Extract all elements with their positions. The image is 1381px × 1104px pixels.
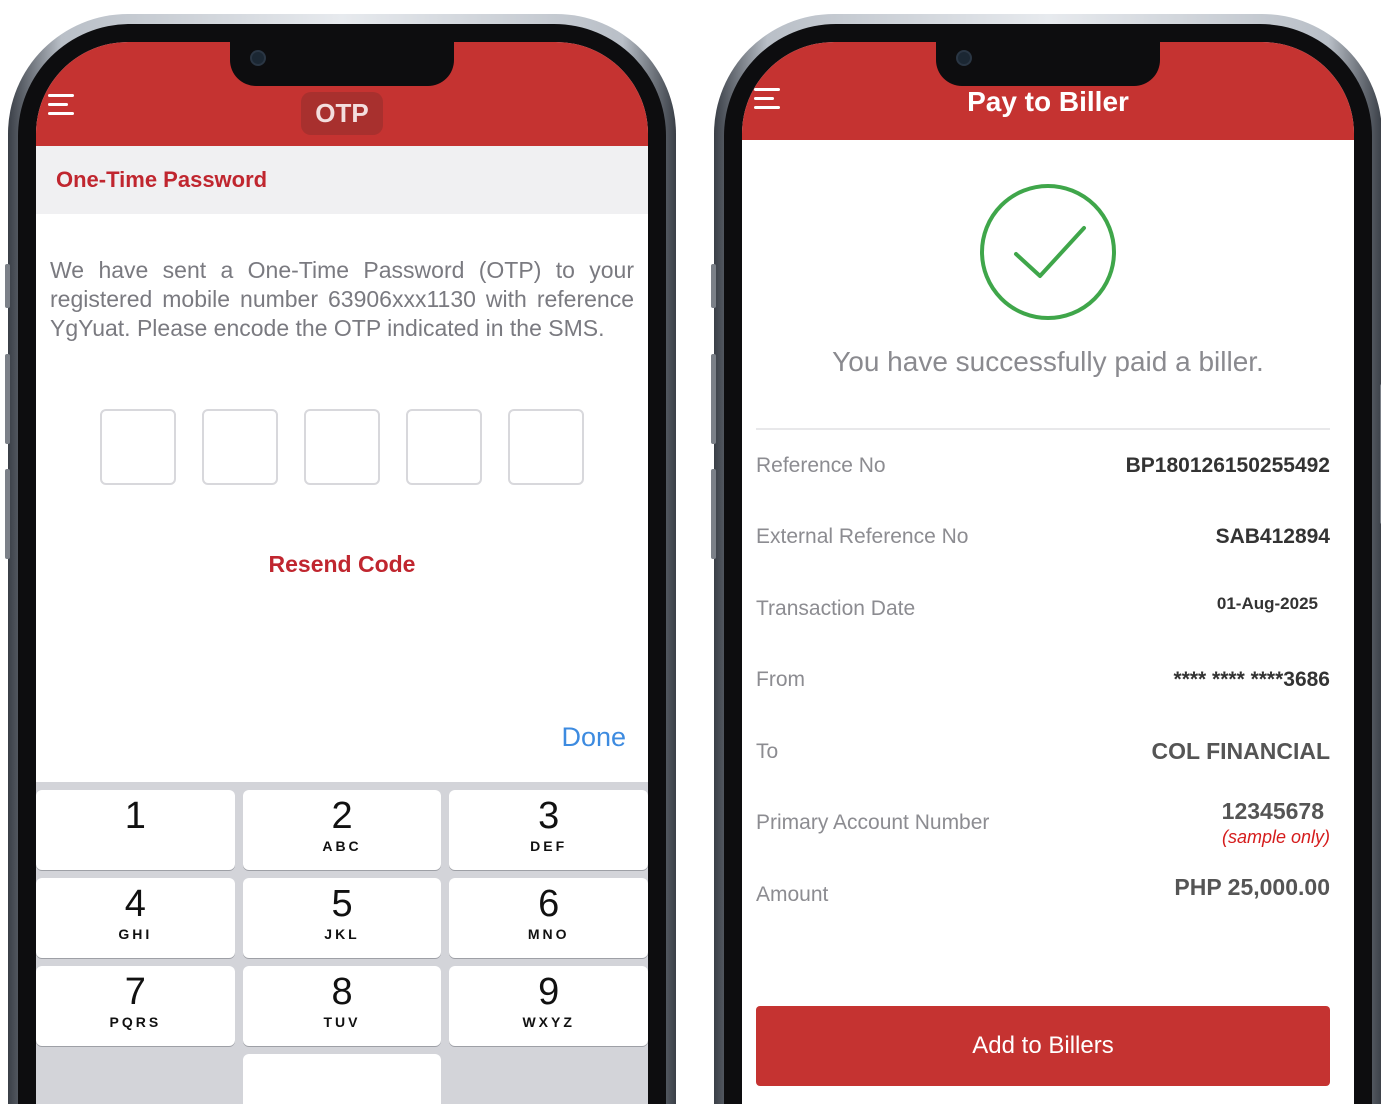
detail-row-reference-no: Reference No BP180126150255492 xyxy=(742,430,1354,502)
primary-account-value: 12345678 xyxy=(1221,798,1324,825)
camera-icon xyxy=(956,50,972,66)
amount-value: PHP 25,000.00 xyxy=(1174,874,1330,901)
detail-label: External Reference No xyxy=(756,525,969,549)
sample-note: (sample only) xyxy=(1221,827,1330,848)
phone-notch xyxy=(230,42,454,86)
otp-input-group xyxy=(36,409,648,485)
key-6[interactable]: 6 MNO xyxy=(449,878,648,958)
key-1[interactable]: 1 xyxy=(36,790,235,870)
add-to-billers-button[interactable]: Add to Billers xyxy=(756,1006,1330,1086)
volume-down-button xyxy=(711,469,716,559)
key-0[interactable] xyxy=(242,1054,442,1104)
otp-screen: OTP One-Time Password We have sent a One… xyxy=(36,42,648,1104)
detail-label: Amount xyxy=(756,882,829,906)
detail-row-from: From **** **** ****3686 xyxy=(742,645,1354,717)
detail-row-primary-account: Primary Account Number 12345678 (sample … xyxy=(742,788,1354,860)
camera-icon xyxy=(250,50,266,66)
numeric-keypad: 1 2 ABC 3 DEF 4 GHI 5 JKL 6 MNO 7 PQRS 8 TUV 9W… xyxy=(36,782,648,1104)
section-title: One-Time Password xyxy=(36,146,648,214)
side-button xyxy=(5,264,10,308)
otp-digit-input[interactable] xyxy=(100,409,176,485)
key-9[interactable]: 9 WXYZ xyxy=(449,966,648,1046)
volume-down-button xyxy=(5,469,10,559)
detail-label: Transaction Date xyxy=(756,596,916,620)
reference-number-value: BP180126150255492 xyxy=(1125,453,1330,477)
page-title: Pay to Biller xyxy=(967,86,1129,117)
detail-label: Primary Account Number xyxy=(756,811,990,835)
detail-row-to: To COL FINANCIAL xyxy=(742,716,1354,788)
from-account-value: **** **** ****3686 xyxy=(1173,668,1330,692)
payment-success-screen: Pay to Biller You have successfully paid… xyxy=(742,42,1354,1104)
keypad-empty-slot xyxy=(449,1054,648,1104)
success-message: You have successfully paid a biller. xyxy=(832,346,1264,377)
keypad-empty-slot xyxy=(36,1054,235,1104)
detail-row-transaction-date: Transaction Date 01-Aug-2025 xyxy=(742,573,1354,645)
key-2[interactable]: 2 ABC xyxy=(242,790,442,870)
volume-up-button xyxy=(711,354,716,444)
transaction-date-value: 01-Aug-2025 xyxy=(1216,593,1318,613)
otp-digit-input[interactable] xyxy=(202,409,278,485)
resend-code-link[interactable]: Resend Code xyxy=(36,551,648,578)
key-4[interactable]: 4 GHI xyxy=(36,878,235,958)
phone-frame-right: Pay to Biller You have successfully paid… xyxy=(711,14,1381,1104)
detail-label: From xyxy=(756,668,805,692)
key-7[interactable]: 7 PQRS xyxy=(36,966,235,1046)
otp-digit-input[interactable] xyxy=(508,409,584,485)
key-5[interactable]: 5 JKL xyxy=(242,878,442,958)
external-reference-value: SAB412894 xyxy=(1215,525,1330,549)
otp-digit-input[interactable] xyxy=(406,409,482,485)
success-check-icon xyxy=(980,184,1116,320)
page-title: OTP xyxy=(301,92,383,135)
otp-digit-input[interactable] xyxy=(304,409,380,485)
detail-label: To xyxy=(756,739,779,763)
phone-notch xyxy=(936,42,1160,86)
key-3[interactable]: 3 DEF xyxy=(449,790,648,870)
otp-instructions: We have sent a One-Time Password (OTP) t… xyxy=(50,257,634,341)
detail-row-external-reference: External Reference No SAB412894 xyxy=(742,502,1354,574)
side-button xyxy=(711,264,716,308)
volume-up-button xyxy=(5,354,10,444)
detail-label: Reference No xyxy=(756,453,886,477)
key-8[interactable]: 8 TUV xyxy=(242,966,442,1046)
keyboard-done-button[interactable]: Done xyxy=(561,722,626,753)
phone-frame-left: OTP One-Time Password We have sent a One… xyxy=(5,14,676,1104)
biller-name-value: COL FINANCIAL xyxy=(1151,738,1330,765)
detail-row-amount: Amount PHP 25,000.00 xyxy=(742,859,1354,931)
